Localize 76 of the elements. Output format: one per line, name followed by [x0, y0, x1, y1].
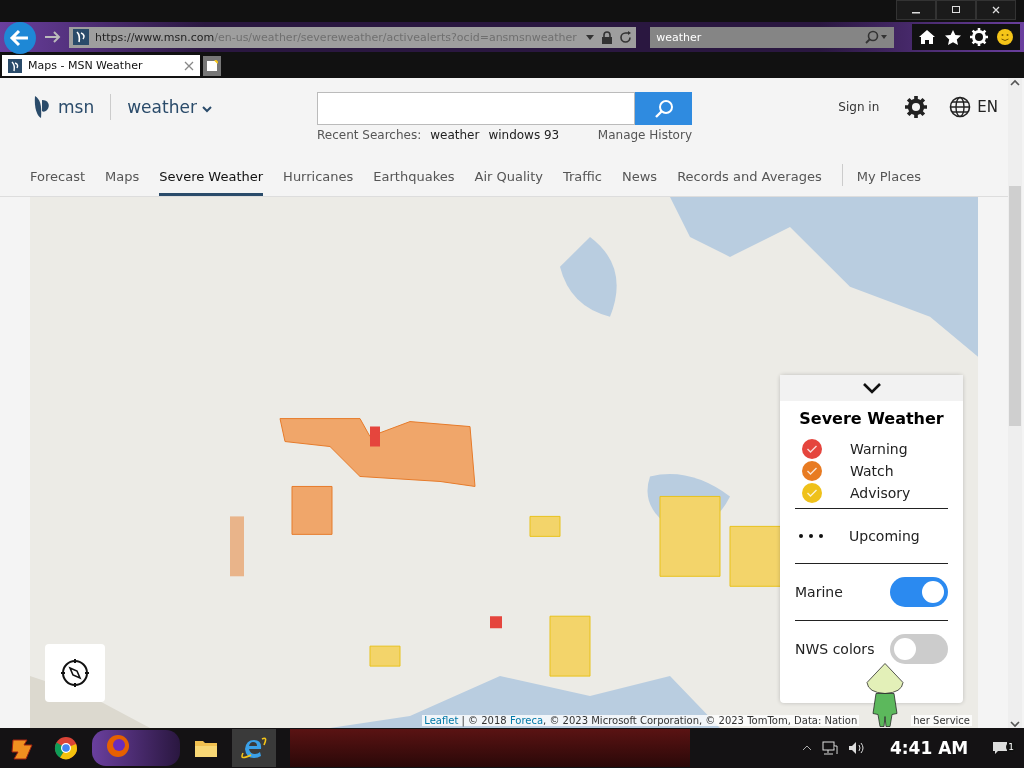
mascot-figure-drawing — [865, 662, 906, 728]
globe-icon — [949, 96, 972, 118]
close-icon[interactable] — [184, 60, 194, 71]
lock-icon — [601, 30, 614, 44]
leaflet-link[interactable]: Leaflet — [424, 715, 459, 726]
compass-icon — [60, 658, 90, 688]
home-icon[interactable] — [918, 29, 936, 45]
toggle-switch[interactable] — [890, 634, 948, 664]
search-field[interactable]: weather — [650, 26, 894, 48]
nav-tab[interactable]: Earthquakes — [373, 156, 455, 196]
dropdown-icon[interactable] — [585, 33, 596, 41]
check-dot-icon[interactable] — [802, 461, 822, 481]
chrome-icon[interactable] — [54, 736, 78, 760]
nav-tab[interactable]: News — [622, 156, 658, 196]
toggle-label: Marine — [795, 584, 843, 600]
scroll-up-icon[interactable] — [1009, 78, 1021, 86]
nav-tab[interactable]: Hurricanes — [283, 156, 354, 196]
forward-icon[interactable] — [42, 29, 63, 45]
search-button[interactable] — [635, 92, 692, 125]
brand-name[interactable]: msn — [58, 97, 95, 117]
compass-button[interactable] — [45, 644, 105, 702]
recent-searches-label: Recent Searches: — [317, 128, 422, 142]
e-icon — [241, 735, 267, 761]
new-tab-button[interactable] — [203, 56, 221, 76]
legend-label: Upcoming — [849, 528, 920, 544]
browser-tab[interactable]: Maps - MSN Weather — [2, 55, 200, 76]
smiley-icon[interactable] — [996, 28, 1014, 46]
taskbar-button[interactable] — [232, 729, 276, 767]
nav-tab[interactable]: Forecast — [30, 156, 85, 196]
manage-history-link[interactable]: Manage History — [597, 128, 692, 142]
legend-label: Warning — [850, 441, 908, 457]
nav-tab[interactable]: Maps — [105, 156, 140, 196]
check-dot-icon[interactable] — [802, 439, 822, 459]
dots-icon — [798, 533, 824, 539]
butterfly-icon[interactable] — [32, 94, 52, 120]
attribution-text: her Service — [911, 715, 972, 726]
nav-tab[interactable]: Air Quality — [474, 156, 543, 196]
recent-search-link[interactable]: windows 93 — [488, 128, 560, 142]
legend-label: Advisory — [850, 485, 911, 501]
refresh-icon[interactable] — [619, 30, 633, 44]
nav-tab[interactable]: Records and Averages — [677, 156, 822, 196]
folder-icon[interactable] — [194, 738, 218, 758]
back-button[interactable] — [3, 21, 37, 55]
legend-label: Watch — [850, 463, 894, 479]
scroll-down-icon[interactable] — [1009, 720, 1021, 728]
chevron-up-icon[interactable] — [802, 745, 812, 751]
star-icon[interactable] — [944, 28, 962, 46]
clock-text[interactable]: 4:41 AM — [890, 738, 969, 758]
toggle-switch[interactable] — [890, 577, 948, 607]
legend-title: Severe Weather — [798, 409, 945, 428]
firefox-icon[interactable] — [106, 734, 130, 758]
search-icon[interactable] — [864, 30, 888, 44]
language-button[interactable]: EN — [949, 96, 998, 118]
check-dot-icon[interactable] — [802, 483, 822, 503]
tab-title: Maps - MSN Weather — [28, 59, 144, 72]
search-field[interactable] — [317, 92, 635, 125]
site-icon — [72, 29, 89, 45]
chevron-down-icon — [202, 105, 213, 113]
network-icon[interactable] — [822, 741, 838, 755]
notification-badge: 1 — [1006, 742, 1016, 752]
notification-icon[interactable] — [992, 741, 1009, 755]
chevron-down-icon[interactable] — [861, 382, 882, 394]
new-tab-icon — [206, 60, 218, 72]
site-icon — [8, 58, 22, 73]
settings-icon[interactable] — [905, 96, 928, 118]
speaker-icon[interactable] — [848, 741, 866, 755]
nav-tab[interactable]: Traffic — [562, 156, 602, 196]
toggle-label: NWS colors — [795, 641, 875, 657]
scrollbar[interactable] — [1008, 78, 1022, 728]
nav-tab[interactable]: My Places — [856, 156, 922, 196]
attribution-text: Leaflet | © 2018 Foreca, © 2023 Microsoft Corporation, © 2023 TomTom, Data: Nation — [422, 715, 860, 726]
maximize-icon[interactable] — [936, 0, 976, 20]
recent-search-link[interactable]: weather — [430, 128, 480, 142]
sign-in-link[interactable]: Sign in — [838, 100, 880, 114]
close-icon[interactable] — [976, 0, 1016, 20]
section-menu[interactable]: weather — [127, 97, 213, 117]
